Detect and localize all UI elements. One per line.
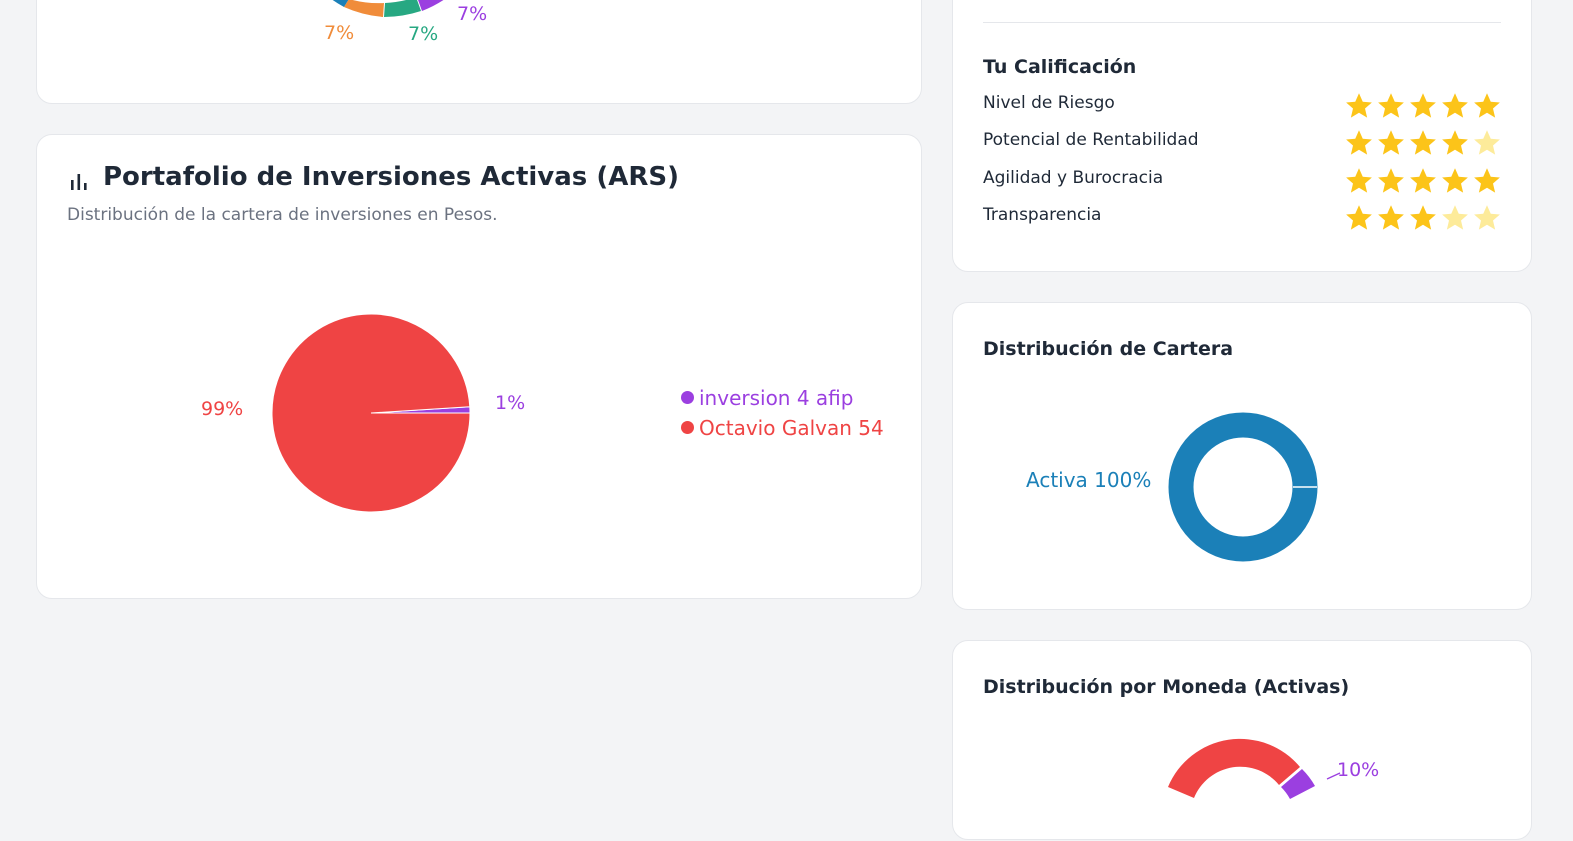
rating-card: Tu Calificación Nivel de Riesgo Potencia…: [952, 0, 1532, 272]
rating-label: Potencial de Rentabilidad: [983, 130, 1199, 150]
star-filled-icon[interactable]: [1439, 128, 1471, 158]
star-filled-icon[interactable]: [1439, 166, 1471, 196]
star-rating[interactable]: [1343, 91, 1503, 121]
star-filled-icon[interactable]: [1343, 91, 1375, 121]
star-rating[interactable]: [1343, 166, 1503, 196]
divider: [983, 22, 1501, 23]
allocation-card-top: 7% 7% 7%: [36, 0, 922, 104]
star-rating[interactable]: [1343, 128, 1503, 158]
ars-pie-chart: [271, 313, 471, 513]
star-filled-icon[interactable]: [1343, 128, 1375, 158]
cartera-distribution-card: Distribución de Cartera Activa 100%: [952, 302, 1532, 610]
rating-row-nivel-de-riesgo: Nivel de Riesgo: [983, 91, 1503, 121]
legend-label: Octavio Galvan 54: [699, 416, 884, 440]
star-empty-icon[interactable]: [1439, 203, 1471, 233]
legend-dot-red: [681, 421, 694, 434]
top-donut-purple-segment: [418, 0, 444, 11]
moneda-donut-chart: [1168, 738, 1341, 799]
top-donut-green-segment: [384, 0, 421, 17]
star-filled-icon[interactable]: [1407, 203, 1439, 233]
ars-pie-label-octavio: 99%: [201, 398, 244, 420]
legend-item-inversion-4-afip[interactable]: inversion 4 afip: [681, 386, 853, 410]
star-filled-icon[interactable]: [1375, 91, 1407, 121]
star-filled-icon[interactable]: [1439, 91, 1471, 121]
rating-label: Transparencia: [983, 205, 1102, 225]
star-filled-icon[interactable]: [1407, 128, 1439, 158]
star-rating[interactable]: [1343, 203, 1503, 233]
star-filled-icon[interactable]: [1407, 166, 1439, 196]
top-donut-orange-segment: [344, 0, 384, 17]
cartera-pie-label: Activa 100%: [1026, 468, 1152, 492]
star-filled-icon[interactable]: [1375, 128, 1407, 158]
star-empty-icon[interactable]: [1471, 128, 1503, 158]
legend-dot-purple: [681, 391, 694, 404]
star-filled-icon[interactable]: [1343, 203, 1375, 233]
top-pie-label-orange: 7%: [324, 22, 355, 44]
star-filled-icon[interactable]: [1471, 91, 1503, 121]
top-pie-label-green: 7%: [408, 23, 439, 45]
moneda-pie-label-purple: 10%: [1337, 759, 1380, 781]
top-pie-label-purple: 7%: [457, 3, 488, 25]
ars-pie-label-inversion: 1%: [495, 392, 526, 414]
pie-slice-octavio-galvan-54: [271, 313, 471, 513]
rating-title: Tu Calificación: [983, 56, 1137, 78]
ars-portfolio-card: Portafolio de Inversiones Activas (ARS) …: [36, 134, 922, 599]
ars-pie-slices: [271, 313, 471, 513]
rating-row-agilidad-y-burocracia: Agilidad y Burocracia: [983, 166, 1503, 196]
moneda-donut-red-segment: [1168, 738, 1300, 798]
rating-row-potencial-de-rentabilidad: Potencial de Rentabilidad: [983, 128, 1503, 158]
legend-item-octavio-galvan-54[interactable]: Octavio Galvan 54: [681, 416, 884, 440]
moneda-distribution-card: Distribución por Moneda (Activas) 10%: [952, 640, 1532, 840]
star-filled-icon[interactable]: [1375, 166, 1407, 196]
star-filled-icon[interactable]: [1375, 203, 1407, 233]
star-filled-icon[interactable]: [1407, 91, 1439, 121]
legend-label: inversion 4 afip: [699, 386, 854, 410]
star-filled-icon[interactable]: [1471, 166, 1503, 196]
star-empty-icon[interactable]: [1471, 203, 1503, 233]
cartera-donut-chart: [1168, 412, 1318, 562]
cartera-donut-ring: [1168, 412, 1318, 562]
rating-label: Agilidad y Burocracia: [983, 168, 1164, 188]
rating-row-transparencia: Transparencia: [983, 203, 1503, 233]
star-filled-icon[interactable]: [1343, 166, 1375, 196]
rating-label: Nivel de Riesgo: [983, 93, 1115, 113]
